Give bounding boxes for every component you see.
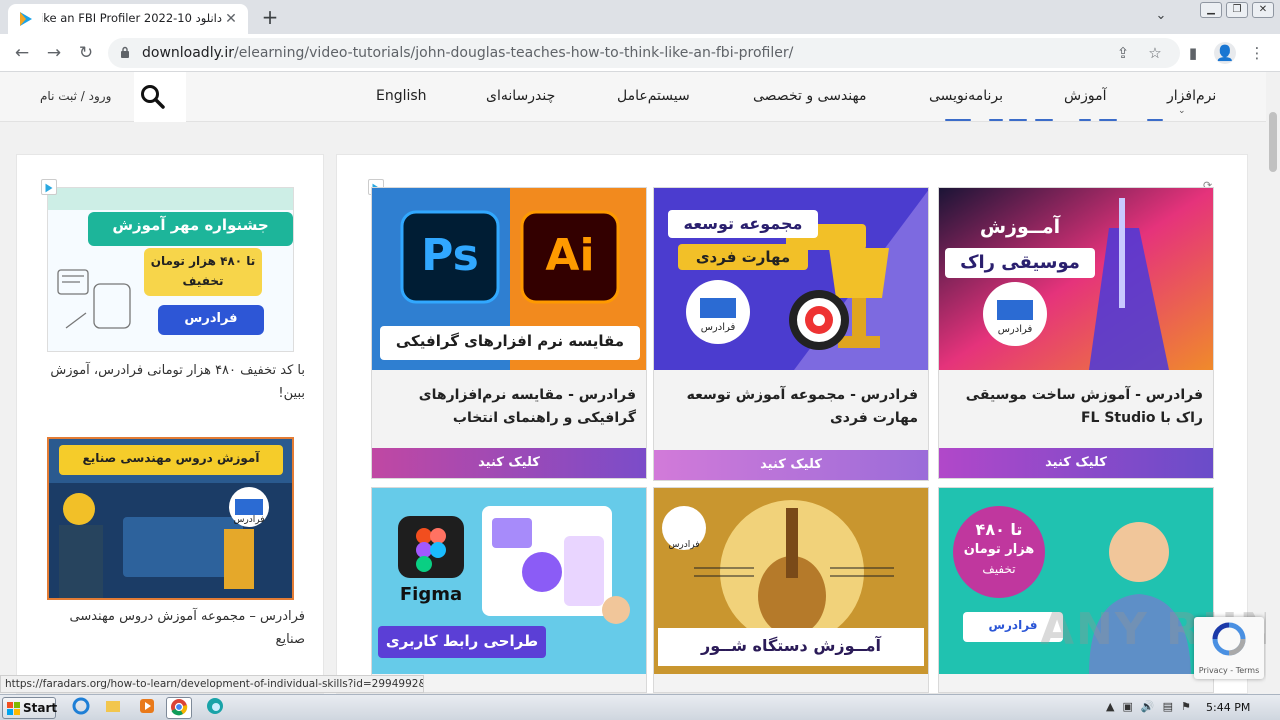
- flag-icon[interactable]: ⚑: [1181, 700, 1191, 713]
- tab-search-chevron-icon[interactable]: ⌄: [1150, 8, 1172, 28]
- card-title: فرادرس - مجموعه آموزش توسعه مهارت فردی: [686, 387, 918, 426]
- lock-icon: [121, 46, 129, 58]
- card-logo: فرادرس: [668, 540, 700, 550]
- card-image-line1: تا ۴۸۰: [975, 520, 1023, 539]
- nav-multimedia[interactable]: چندرسانه‌ای: [486, 88, 555, 104]
- recaptcha-badge[interactable]: Privacy - Terms: [1194, 617, 1264, 679]
- chevron-down-icon: ⌄: [1178, 106, 1186, 116]
- address-bar[interactable]: downloadly.ir/elearning/video-tutorials/…: [108, 38, 1180, 68]
- festival-ad-caption[interactable]: با کد تخفیف ۴۸۰ هزار تومانی فرادرس، آموز…: [45, 359, 305, 405]
- login-register-link[interactable]: ورود / ثبت نام: [40, 89, 111, 103]
- card-image-line2: موسیقی راک: [945, 248, 1095, 278]
- nav-operating-system[interactable]: سیستم‌عامل: [617, 88, 690, 104]
- restore-icon[interactable]: ❐: [1226, 2, 1248, 18]
- sidebar-ad-industrial[interactable]: آموزش دروس مهندسی صنایع فرادرس: [47, 437, 294, 600]
- bookmark-star-icon[interactable]: ☆: [1146, 44, 1164, 62]
- back-icon[interactable]: ←: [10, 41, 34, 65]
- card-image-banner: مقایسه نرم افزارهای گرافیکی: [395, 332, 625, 350]
- start-label: Start: [23, 701, 58, 715]
- sidebar: جشنواره مهر آموزش تا ۴۸۰ هزار تومان تخفی…: [16, 154, 324, 694]
- forward-icon[interactable]: →: [42, 41, 66, 65]
- system-tray: ▲ ▣ 🔊 ▤ ⚑: [1106, 700, 1191, 713]
- tab-strip: دانلود Like an FBI Profiler 2022-10 ✕ + …: [0, 0, 1280, 34]
- festival-ad-amount: تا ۴۸۰ هزار تومان: [150, 254, 256, 268]
- chrome-icon[interactable]: [166, 697, 192, 719]
- card-image-ps: Ps: [421, 230, 479, 281]
- menu-kebab-icon[interactable]: ⋮: [1246, 42, 1268, 64]
- nav-english[interactable]: English: [376, 88, 427, 104]
- card-image-line2: هزار تومان: [963, 542, 1035, 557]
- ad-card-rock-music[interactable]: آمــوزش موسیقی راک فرادرس فرادرس - آموزش…: [938, 187, 1214, 479]
- card-title: فرادرس - آموزش ساخت موسیقی راک با FL Stu…: [965, 387, 1203, 426]
- ad-card-discount[interactable]: تا ۴۸۰ هزار تومان تخفیف فرادرس: [938, 487, 1214, 693]
- close-window-icon[interactable]: ✕: [1252, 2, 1274, 18]
- share-icon[interactable]: ⇪: [1114, 44, 1132, 62]
- breadcrumb-remnant: [945, 119, 1163, 121]
- ad-card-shur-music[interactable]: آمــوزش دستگاه شــور فرادرس: [653, 487, 929, 693]
- industrial-ad-caption[interactable]: فرادرس – مجموعه آموزش دروس مهندسی صنایع: [45, 605, 306, 651]
- click-here-button[interactable]: کلیک کنید: [372, 448, 646, 478]
- network-icon[interactable]: ▣: [1122, 700, 1132, 713]
- profile-avatar-icon[interactable]: 👤: [1214, 42, 1236, 64]
- card-image-line1: مجموعه توسعه: [668, 210, 818, 238]
- start-button[interactable]: Start: [2, 697, 58, 719]
- ad-card-figma[interactable]: Figma طراحی رابط کاربری: [371, 487, 647, 693]
- nav-education[interactable]: آموزش: [1064, 88, 1106, 104]
- card-logo: فرادرس: [997, 324, 1033, 335]
- industrial-ad-logo: فرادرس: [233, 515, 265, 525]
- browser-tab[interactable]: دانلود Like an FBI Profiler 2022-10 ✕: [8, 4, 248, 34]
- new-tab-icon[interactable]: +: [258, 6, 282, 30]
- sidebar-ad-festival[interactable]: جشنواره مهر آموزش تا ۴۸۰ هزار تومان تخفی…: [47, 187, 294, 352]
- card-image-line1: آمــوزش: [979, 216, 1061, 238]
- close-tab-icon[interactable]: ✕: [222, 10, 240, 28]
- recaptcha-icon: [1212, 622, 1246, 656]
- ad-card-graphic-software[interactable]: Ps Ai مقایسه نرم افزارهای گرافیکی فرادرس…: [371, 187, 647, 479]
- card-image-banner: آمــوزش دستگاه شــور: [701, 636, 881, 655]
- nav-programming[interactable]: برنامه‌نویسی: [929, 88, 1003, 104]
- festival-ad-image: [48, 188, 293, 351]
- festival-ad-discount: تخفیف: [182, 274, 224, 288]
- taskbar: Start ▲ ▣ 🔊 ▤ ⚑ 5:44 PM: [0, 694, 1280, 720]
- figma-label: Figma: [399, 584, 463, 605]
- card-image-line2: مهارت فردی: [678, 244, 808, 270]
- recaptcha-links[interactable]: Privacy - Terms: [1194, 666, 1264, 675]
- click-here-button[interactable]: کلیک کنید: [654, 450, 928, 480]
- explorer-icon[interactable]: [100, 697, 126, 719]
- card-logo: فرادرس: [700, 322, 736, 333]
- vertical-scrollbar[interactable]: [1266, 72, 1280, 690]
- festival-ad-logo: فرادرس: [184, 311, 238, 326]
- scrollbar-thumb[interactable]: [1269, 112, 1277, 172]
- url-text: downloadly.ir/elearning/video-tutorials/…: [142, 45, 794, 61]
- festival-ad-title: جشنواره مهر آموزش: [112, 216, 269, 234]
- ie-icon[interactable]: [68, 697, 94, 719]
- ad-choices-icon[interactable]: [41, 179, 57, 195]
- notification-icon[interactable]: ▤: [1163, 700, 1173, 713]
- card-image-ai: Ai: [545, 230, 595, 281]
- tab-title: دانلود Like an FBI Profiler 2022-10: [42, 11, 222, 25]
- browser-toolbar: ← → ↻ downloadly.ir/elearning/video-tuto…: [0, 34, 1280, 72]
- media-player-icon[interactable]: [134, 697, 160, 719]
- card-image-line3: تخفیف: [982, 562, 1016, 576]
- nav-software[interactable]: نرم‌افزار: [1167, 88, 1216, 104]
- site-header: نرم‌افزار ⌄ آموزش برنامه‌نویسی مهندسی و …: [0, 72, 1280, 122]
- side-panel-icon[interactable]: ▮: [1182, 42, 1204, 64]
- search-icon: [141, 85, 165, 109]
- click-here-button[interactable]: کلیک کنید: [939, 448, 1213, 478]
- site-favicon-icon: [20, 12, 32, 26]
- ad-card-personal-skills[interactable]: مجموعه توسعه مهارت فردی فرادرس فرادرس - …: [653, 187, 929, 481]
- industrial-ad-title: آموزش دروس مهندسی صنایع: [82, 451, 260, 465]
- taskbar-clock[interactable]: 5:44 PM: [1206, 701, 1250, 714]
- reload-icon[interactable]: ↻: [74, 41, 98, 65]
- edge-icon[interactable]: [202, 697, 228, 719]
- card-image-banner: طراحی رابط کاربری: [385, 632, 539, 650]
- nav-engineering[interactable]: مهندسی و تخصصی: [753, 88, 866, 104]
- tray-chevron-icon[interactable]: ▲: [1106, 700, 1114, 713]
- volume-icon[interactable]: 🔊: [1141, 700, 1155, 713]
- minimize-icon[interactable]: ▁: [1200, 2, 1222, 18]
- windows-logo-icon: [7, 702, 20, 715]
- card-title: فرادرس - مقایسه نرم‌افزارهای گرافیکی و ر…: [418, 387, 636, 426]
- status-bar-url: https://faradars.org/how-to-learn/develo…: [0, 675, 424, 693]
- window-controls: ▁ ❐ ✕: [1200, 2, 1274, 18]
